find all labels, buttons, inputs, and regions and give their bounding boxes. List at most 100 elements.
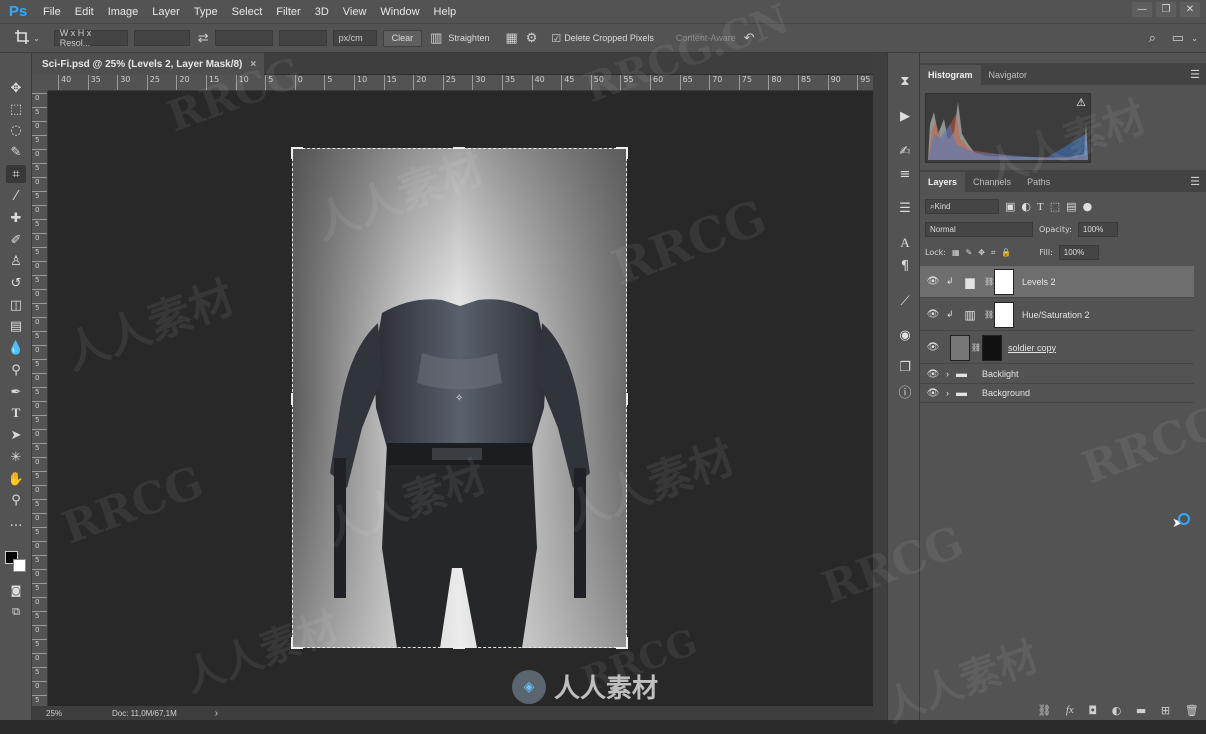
type-tool-icon[interactable]: T [6, 404, 26, 422]
zoom-level[interactable]: 25% [32, 709, 78, 718]
layer-row-levels[interactable]: 👁 ↲ ▆ ⛓ Levels 2 [920, 266, 1194, 298]
layer-mask-thumbnail[interactable] [994, 301, 1014, 328]
quick-select-tool-icon[interactable]: ✎ [6, 143, 26, 161]
more-tools-icon[interactable]: … [6, 513, 26, 531]
crop-handle-top-left[interactable] [291, 147, 303, 159]
crop-tool-icon[interactable]: ⌗ [6, 165, 26, 183]
tool-presets-icon[interactable]: ⟋ [894, 291, 916, 311]
lock-all-icon[interactable]: 🔒 [1001, 248, 1011, 257]
healing-tool-icon[interactable]: ✚ [6, 209, 26, 227]
crop-frame[interactable]: ✧ [291, 147, 628, 649]
filter-toggle-icon[interactable]: ● [1083, 200, 1093, 213]
menu-help[interactable]: Help [427, 6, 464, 18]
layer-thumbnail[interactable] [950, 334, 970, 361]
marquee-tool-icon[interactable]: ⬚ [6, 100, 26, 118]
brush-presets-icon[interactable]: ✍ [894, 141, 916, 161]
crop-handle-left[interactable] [291, 393, 293, 405]
restore-button[interactable]: ❐ [1156, 2, 1176, 17]
lock-transparent-icon[interactable]: ▦ [952, 248, 960, 257]
visibility-eye-icon[interactable]: 👁 [920, 276, 946, 287]
menu-view[interactable]: View [336, 6, 374, 18]
shape-tool-icon[interactable]: ✳ [6, 448, 26, 466]
group-expand-chevron-icon[interactable]: › [946, 369, 956, 379]
visibility-eye-icon[interactable]: 👁 [920, 309, 946, 320]
new-layer-icon[interactable]: ⊞ [1161, 704, 1170, 717]
mask-link-icon[interactable]: ⛓ [984, 277, 994, 286]
paragraph-panel-icon[interactable]: ¶ [894, 256, 916, 276]
camera-icon[interactable]: ◉ [894, 325, 916, 345]
pen-tool-icon[interactable]: ✒ [6, 383, 26, 401]
new-group-icon[interactable]: ▬ [1136, 704, 1146, 717]
actions-play-icon[interactable]: ▶ [894, 106, 916, 126]
layer-style-fx-icon[interactable]: fx [1066, 704, 1074, 716]
lock-pixels-icon[interactable]: ✎ [966, 248, 973, 257]
add-mask-icon[interactable]: ◘ [1088, 704, 1097, 717]
history-panel-icon[interactable]: ⧗ [894, 71, 916, 91]
character-panel-icon[interactable]: A [894, 233, 916, 253]
lock-position-icon[interactable]: ✥ [978, 248, 985, 257]
stamp-tool-icon[interactable]: ♙ [6, 252, 26, 270]
lasso-tool-icon[interactable]: ◌ [6, 121, 26, 139]
document-tab[interactable]: Sci-Fi.psd @ 25% (Levels 2, Layer Mask/8… [32, 53, 265, 75]
brush-tool-icon[interactable]: ✐ [6, 231, 26, 249]
history-brush-icon[interactable]: ↺ [6, 274, 26, 292]
hand-tool-icon[interactable]: ✋ [6, 470, 26, 488]
ruler-corner[interactable] [32, 75, 48, 91]
crop-handle-top[interactable] [453, 147, 465, 149]
dodge-tool-icon[interactable]: ⚲ [6, 361, 26, 379]
chevron-down-icon[interactable]: ⌄ [33, 34, 40, 43]
layer-name[interactable]: Hue/Saturation 2 [1022, 310, 1090, 320]
menu-3d[interactable]: 3D [308, 6, 336, 18]
panel-collapse-bar[interactable] [873, 53, 887, 720]
path-select-tool-icon[interactable]: ➤ [6, 426, 26, 444]
minimize-button[interactable]: — [1132, 2, 1152, 17]
move-tool-icon[interactable]: ✥ [6, 79, 26, 97]
workspace-icon[interactable]: ▭ [1172, 30, 1184, 46]
straighten-icon[interactable]: ▥ [430, 30, 442, 46]
crop-handle-bottom-left[interactable] [291, 637, 303, 649]
blur-tool-icon[interactable]: 💧 [6, 339, 26, 357]
layer-row-backlight-group[interactable]: 👁 › ▬ Backlight [920, 365, 1194, 384]
layer-comps-icon[interactable]: ❐ [894, 357, 916, 377]
crop-handle-bottom-right[interactable] [616, 637, 628, 649]
layer-row-soldier[interactable]: 👁 ⛓ soldier copy [920, 332, 1194, 364]
filter-shape-icon[interactable]: ⬚ [1050, 200, 1060, 213]
layer-row-hue-saturation[interactable]: 👁 ↲ ▥ ⛓ Hue/Saturation 2 [920, 299, 1194, 331]
layer-row-background-group[interactable]: 👁 › ▬ Background [920, 384, 1194, 403]
adjustments-sliders-icon[interactable]: ≡ [894, 164, 916, 184]
filter-smart-object-icon[interactable]: ▤ [1066, 200, 1076, 213]
mask-link-icon[interactable]: ⛓ [984, 310, 994, 319]
mask-link-icon[interactable]: ⛓ [970, 343, 982, 352]
menu-type[interactable]: Type [187, 6, 225, 18]
close-button[interactable]: ✕ [1180, 2, 1200, 17]
visibility-eye-icon[interactable]: 👁 [920, 388, 946, 399]
zoom-tool-icon[interactable]: ⚲ [6, 491, 26, 509]
layer-name[interactable]: Background [982, 388, 1030, 398]
blend-mode-select[interactable]: Normal [925, 222, 1033, 237]
menu-filter[interactable]: Filter [269, 6, 307, 18]
layer-name[interactable]: soldier copy [1008, 343, 1056, 353]
height-input[interactable] [214, 30, 273, 46]
menu-window[interactable]: Window [373, 6, 426, 18]
tab-layers[interactable]: Layers [920, 172, 966, 192]
histogram-warning-icon[interactable]: ⚠ [1076, 96, 1086, 109]
lock-artboard-icon[interactable]: ⌗ [991, 248, 996, 258]
menu-image[interactable]: Image [101, 6, 146, 18]
search-icon[interactable]: ⌕ [1149, 30, 1156, 46]
layers-panel-menu-icon[interactable]: ☰ [1190, 175, 1200, 188]
new-adjustment-icon[interactable]: ◐ [1112, 704, 1122, 717]
eraser-tool-icon[interactable]: ◫ [6, 296, 26, 314]
layer-name[interactable]: Levels 2 [1022, 277, 1056, 287]
ratio-select[interactable]: W x H x Resol... [53, 28, 128, 48]
layer-mask-thumbnail[interactable] [982, 334, 1002, 361]
info-icon[interactable]: ⓘ [894, 381, 916, 401]
content-aware-label[interactable]: Content-Aware [676, 33, 736, 43]
gradient-tool-icon[interactable]: ▤ [6, 317, 26, 335]
overlay-grid-icon[interactable]: ▦ [505, 30, 517, 46]
tab-histogram[interactable]: Histogram [920, 65, 981, 85]
properties-icon[interactable]: ☰ [894, 198, 916, 218]
fill-input[interactable]: 100% [1058, 245, 1099, 260]
link-layers-icon[interactable]: ⛓ [1037, 704, 1051, 717]
delete-layer-icon[interactable]: 🗑 [1185, 704, 1199, 717]
background-color-swatch[interactable] [13, 559, 26, 572]
